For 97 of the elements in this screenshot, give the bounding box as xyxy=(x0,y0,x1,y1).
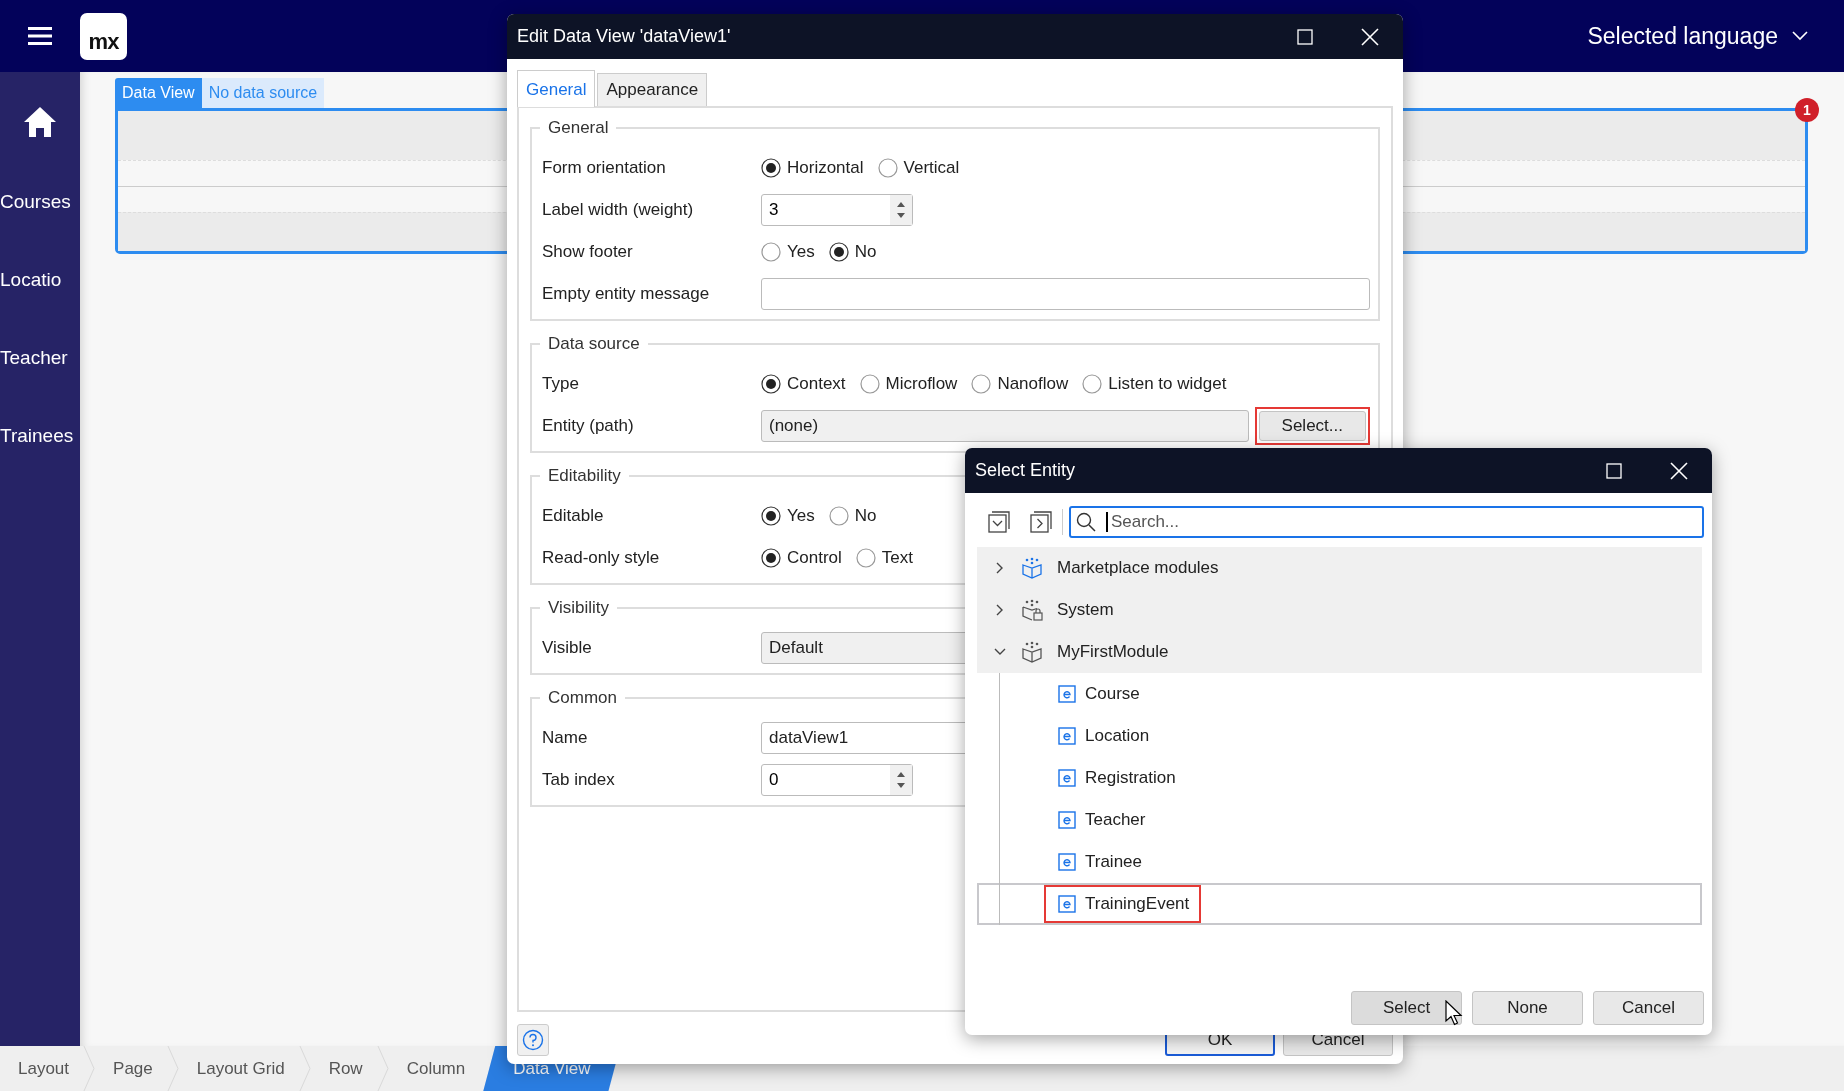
breadcrumb-item[interactable]: Layout xyxy=(0,1046,84,1091)
logo: mx xyxy=(80,12,127,60)
dialog-button[interactable]: Select xyxy=(1351,991,1462,1025)
nav-item[interactable]: Trainees xyxy=(0,424,80,448)
search-field[interactable]: Search... xyxy=(1069,506,1704,538)
field-label: Type xyxy=(542,374,580,394)
cursor-icon xyxy=(1445,1000,1463,1026)
entity-icon xyxy=(1058,685,1076,703)
dialog-button[interactable]: Cancel xyxy=(1593,991,1704,1025)
tree-item[interactable]: Marketplace modules xyxy=(977,547,1702,589)
chevron-down-icon xyxy=(1792,31,1808,41)
entity-name: Trainee xyxy=(1085,852,1142,872)
breadcrumb-separator-icon xyxy=(298,1046,311,1091)
group-title: Editability xyxy=(547,466,622,486)
tree-item[interactable]: Teacher xyxy=(977,799,1702,841)
module-icon xyxy=(1021,557,1043,579)
dialog-button[interactable]: None xyxy=(1472,991,1583,1025)
group-title: Visibility xyxy=(547,598,611,618)
entity-icon xyxy=(1058,727,1076,745)
help-icon xyxy=(522,1029,544,1051)
language-menu[interactable]: Selected language xyxy=(1587,18,1808,54)
breadcrumb-item[interactable]: Page xyxy=(95,1046,167,1091)
field-label: Read-only style xyxy=(542,548,661,568)
close-icon[interactable] xyxy=(1361,27,1379,46)
tree-item[interactable]: Trainee xyxy=(977,841,1702,883)
expand-all-icon[interactable] xyxy=(1030,511,1052,533)
radio-option[interactable]: Control xyxy=(761,548,842,568)
tree-item[interactable]: MyFirstModule xyxy=(977,631,1702,673)
radio-option[interactable]: Yes xyxy=(761,242,815,262)
home-icon[interactable] xyxy=(23,106,57,138)
help-button[interactable] xyxy=(517,1024,549,1056)
entity-name: Location xyxy=(1085,726,1150,746)
entity-name: Course xyxy=(1085,684,1140,704)
text-cursor xyxy=(1106,512,1108,532)
radio-option[interactable]: Vertical xyxy=(877,158,960,178)
radio-option[interactable]: No xyxy=(828,242,877,262)
breadcrumb-item[interactable]: Column xyxy=(388,1046,480,1091)
tree-item[interactable]: System xyxy=(977,589,1702,631)
nav-item[interactable]: Courses xyxy=(0,190,80,214)
field-label: Tab index xyxy=(542,770,616,790)
entity-icon xyxy=(1058,895,1076,913)
field-label: Show footer xyxy=(542,242,634,262)
group-title: Common xyxy=(547,688,618,708)
entity-name: Registration xyxy=(1085,768,1176,788)
maximize-icon[interactable] xyxy=(1297,28,1313,45)
nav-item[interactable]: Locatio xyxy=(0,268,80,292)
close-icon[interactable] xyxy=(1670,461,1688,480)
number-field[interactable]: 0 xyxy=(761,764,913,796)
breadcrumb-separator-icon xyxy=(83,1046,96,1091)
tree-item[interactable]: Course xyxy=(977,673,1702,715)
radio-option[interactable]: Nanoflow xyxy=(971,374,1069,394)
tree-item[interactable]: Location xyxy=(977,715,1702,757)
radio-option[interactable]: No xyxy=(828,506,877,526)
nav-item[interactable]: Teacher xyxy=(0,346,80,370)
entity-field: (none) xyxy=(761,410,1249,442)
group-title: Data source xyxy=(547,334,641,354)
entity-name: TrainingEvent xyxy=(1085,894,1190,914)
group-title: General xyxy=(547,118,610,138)
dialog-title: Edit Data View 'dataView1' xyxy=(517,26,731,47)
menu-icon[interactable] xyxy=(28,26,52,46)
select-button[interactable]: Select... xyxy=(1258,411,1366,441)
dialog-title: Select Entity xyxy=(975,460,1076,481)
entity-icon xyxy=(1058,811,1076,829)
entity-name: Teacher xyxy=(1085,810,1146,830)
breadcrumb-item[interactable]: Row xyxy=(310,1046,377,1091)
breadcrumb-separator-icon xyxy=(376,1046,389,1091)
field-label: Editable xyxy=(542,506,605,526)
radio-option[interactable]: Horizontal xyxy=(761,158,864,178)
locked-module-icon xyxy=(1021,599,1043,621)
error-badge: 1 xyxy=(1795,98,1819,122)
module-icon xyxy=(1021,641,1043,663)
tree-item[interactable]: Registration xyxy=(977,757,1702,799)
entity-icon xyxy=(1058,853,1076,871)
number-field[interactable]: 3 xyxy=(761,194,913,226)
entity-icon xyxy=(1058,769,1076,787)
widget-label: Data View xyxy=(115,78,202,108)
search-icon xyxy=(1076,512,1096,532)
text-field[interactable] xyxy=(761,278,1370,310)
collapse-all-icon[interactable] xyxy=(988,511,1010,533)
radio-option[interactable]: Text xyxy=(855,548,913,568)
field-label: Name xyxy=(542,728,589,748)
widget-caption: No data source xyxy=(201,78,325,108)
radio-option[interactable]: Listen to widget xyxy=(1082,374,1227,394)
field-label: Label width (weight) xyxy=(542,200,695,220)
tree-item[interactable]: TrainingEvent xyxy=(977,883,1702,925)
maximize-icon[interactable] xyxy=(1606,462,1622,479)
radio-option[interactable]: Yes xyxy=(761,506,815,526)
tab[interactable]: Appearance xyxy=(597,73,708,106)
breadcrumb-item[interactable]: Layout Grid xyxy=(178,1046,299,1091)
breadcrumb-separator-icon xyxy=(166,1046,179,1091)
radio-option[interactable]: Microflow xyxy=(859,374,958,394)
field-label: Visible xyxy=(542,638,593,658)
field-label: Entity (path) xyxy=(542,416,635,436)
radio-option[interactable]: Context xyxy=(761,374,846,394)
field-label: Form orientation xyxy=(542,158,667,178)
tab[interactable]: General xyxy=(517,70,596,107)
field-label: Empty entity message xyxy=(542,284,711,304)
